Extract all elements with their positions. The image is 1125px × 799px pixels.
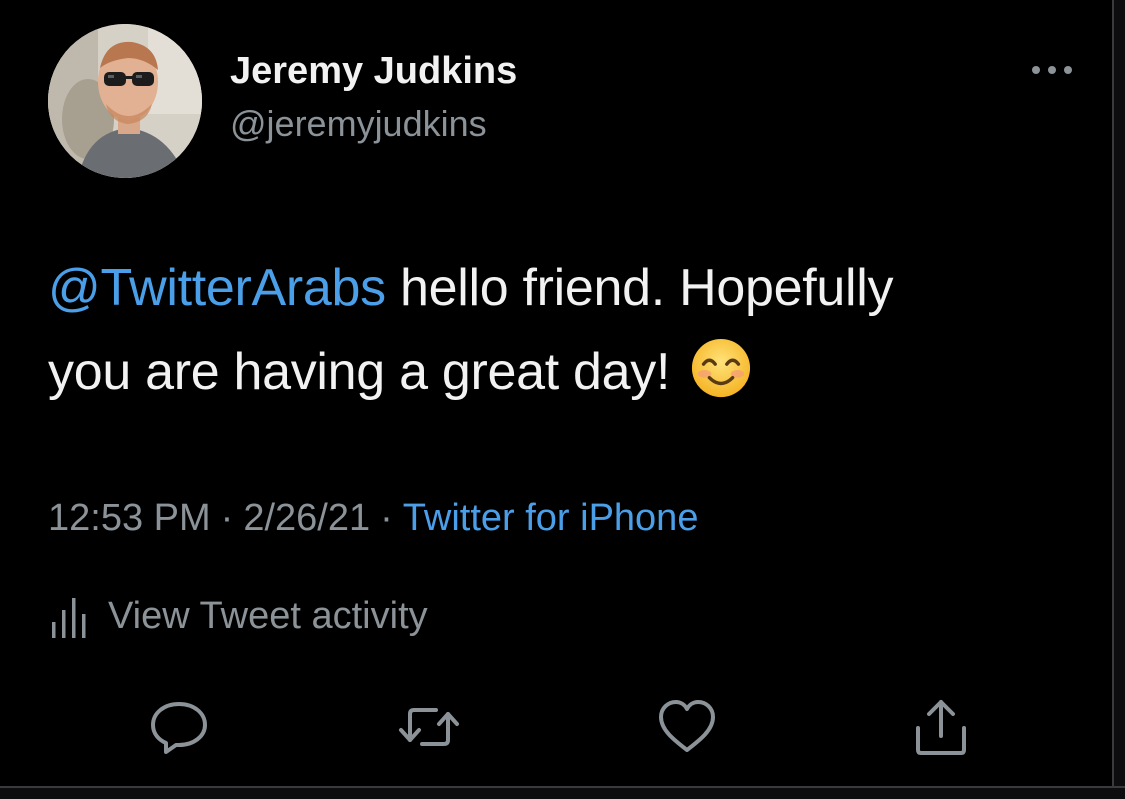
author-avatar[interactable] <box>48 24 202 178</box>
window-edge-bottom <box>0 786 1125 799</box>
tweet-date: 2/26/21 <box>243 497 371 539</box>
window-edge-right <box>1112 0 1125 799</box>
mention-link[interactable]: @TwitterArabs <box>48 259 386 317</box>
smiling-face-emoji-icon <box>692 338 751 398</box>
share-icon <box>916 700 966 755</box>
bar-chart-icon <box>52 598 86 638</box>
activity-label: View Tweet activity <box>108 594 428 637</box>
like-button[interactable] <box>656 696 718 758</box>
tweet-text: @TwitterArabs hello friend. Hopefully yo… <box>48 246 1088 414</box>
tweet-detail-view: Jeremy Judkins @jeremyjudkins @TwitterAr… <box>0 0 1112 786</box>
tweet-source-link[interactable]: Twitter for iPhone <box>403 497 699 539</box>
tweet-text-line1: hello friend. Hopefully <box>385 259 894 317</box>
reply-icon <box>151 702 207 754</box>
tweet-text-line2: you are having a great day! <box>48 343 671 401</box>
view-tweet-activity-button[interactable]: View Tweet activity <box>48 592 428 640</box>
author-handle[interactable]: @jeremyjudkins <box>230 103 487 145</box>
more-options-icon[interactable] <box>1030 60 1074 80</box>
tweet-meta: 12:53 PM · 2/26/21 · Twitter for iPhone <box>48 497 698 540</box>
tweet-time: 12:53 PM <box>48 497 211 539</box>
share-button[interactable] <box>910 696 972 758</box>
avatar-photo <box>48 24 202 178</box>
meta-separator: · <box>380 497 393 539</box>
reply-button[interactable] <box>148 696 210 758</box>
like-icon <box>659 700 715 752</box>
retweet-button[interactable] <box>398 696 460 758</box>
retweet-icon <box>399 708 459 746</box>
author-display-name[interactable]: Jeremy Judkins <box>230 50 517 93</box>
meta-separator: · <box>220 497 234 539</box>
